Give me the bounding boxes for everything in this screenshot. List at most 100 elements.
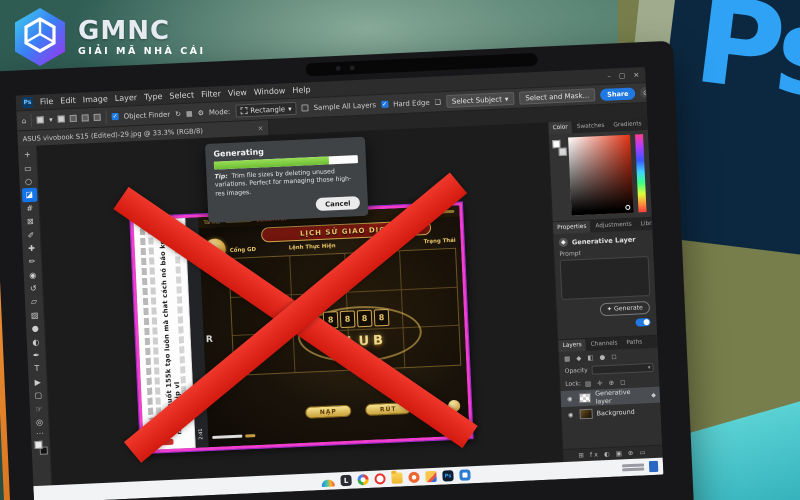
sample-all-layers-checkbox[interactable] xyxy=(301,104,309,112)
share-button[interactable]: Share xyxy=(599,86,636,101)
refresh-icon[interactable]: ↻ xyxy=(175,110,181,118)
photoshop-taskbar-icon[interactable]: Ps xyxy=(442,470,454,482)
menu-help[interactable]: Help xyxy=(292,85,311,95)
hard-edge-checkbox[interactable]: ✓ xyxy=(380,100,389,108)
firefox-icon[interactable] xyxy=(408,471,420,484)
menu-layer[interactable]: Layer xyxy=(115,93,138,103)
pen-tool[interactable]: ✒ xyxy=(29,348,45,362)
brand-name: GMNC xyxy=(78,15,171,46)
object-selection-tool[interactable]: ◪ xyxy=(21,187,37,202)
mode-dropdown[interactable]: Rectangle ▾ xyxy=(235,101,297,118)
object-finder-checkbox[interactable]: ✓ xyxy=(111,112,119,121)
chevron-down-icon: ▾ xyxy=(647,364,651,371)
system-tray-clock[interactable] xyxy=(621,462,645,472)
chevron-down-icon[interactable]: ▾ xyxy=(49,115,53,123)
lasso-tool[interactable]: ○ xyxy=(21,175,37,189)
gradient-tool[interactable]: ▨ xyxy=(27,308,43,322)
menu-view[interactable]: View xyxy=(228,88,247,98)
layer-row-background[interactable]: ◉ Background xyxy=(561,403,661,423)
tab-gradients[interactable]: Gradients xyxy=(609,118,646,132)
hue-slider[interactable] xyxy=(635,134,647,213)
eye-icon[interactable]: ◉ xyxy=(566,411,576,418)
menu-select[interactable]: Select xyxy=(169,90,194,100)
tab-libraries[interactable]: Libraries xyxy=(636,217,664,230)
notification-icon[interactable] xyxy=(648,460,659,473)
menu-image[interactable]: Image xyxy=(83,94,108,104)
menu-file[interactable]: File xyxy=(40,97,54,107)
crop-tool[interactable]: # xyxy=(22,201,38,215)
lock-icons[interactable]: ▨ ✛ ⊕ ◻ xyxy=(585,378,628,388)
eraser-tool[interactable]: ▱ xyxy=(26,295,42,309)
tab-paths[interactable]: Paths xyxy=(622,336,646,349)
settings-toggle[interactable] xyxy=(635,317,651,327)
photoshop-logo-text: Ps xyxy=(687,0,800,127)
store-icon[interactable] xyxy=(459,469,471,481)
cancel-button[interactable]: Cancel xyxy=(315,196,361,212)
opacity-dropdown[interactable]: ▾ xyxy=(591,362,654,375)
history-brush-tool[interactable]: ↺ xyxy=(26,282,42,296)
select-and-mask-button[interactable]: Select and Mask... xyxy=(519,88,596,105)
generate-button[interactable]: ✦ Generate xyxy=(599,301,651,317)
edit-toolbar-icon[interactable]: ⋯ xyxy=(36,429,44,439)
tab-adjustments[interactable]: Adjustments xyxy=(591,219,636,233)
grid-icon[interactable]: ▦ xyxy=(186,109,193,117)
select-subject-button[interactable]: Select Subject ▾ xyxy=(445,91,515,109)
brush-tool[interactable]: ✏ xyxy=(24,255,40,269)
menu-edit[interactable]: Edit xyxy=(60,96,76,106)
move-tool[interactable]: + xyxy=(20,148,36,162)
saturation-picker[interactable] xyxy=(568,134,634,216)
menu-type[interactable]: Type xyxy=(144,92,163,102)
color-swatches[interactable] xyxy=(552,139,567,157)
tip-text: Trim file sizes by deleting unused varia… xyxy=(214,168,352,198)
hand-tool[interactable]: ☞ xyxy=(31,402,47,416)
opera-icon[interactable] xyxy=(374,473,386,485)
tab-color[interactable]: Color xyxy=(548,121,573,135)
laptop-orange-edge xyxy=(0,105,12,500)
chrome-icon[interactable] xyxy=(357,473,369,486)
type-tool[interactable]: T xyxy=(29,362,45,376)
comment-icon[interactable]: ❏ xyxy=(434,98,441,106)
folder-icon[interactable] xyxy=(391,472,403,484)
tab-swatches[interactable]: Swatches xyxy=(573,120,609,134)
close-icon[interactable]: ✕ xyxy=(633,71,639,79)
generative-layer-icon: ◆ xyxy=(558,237,569,248)
menu-window[interactable]: Window xyxy=(254,86,286,96)
gear-icon[interactable]: ⚙ xyxy=(197,109,204,117)
foreground-background-swatches[interactable] xyxy=(33,440,48,456)
copilot-icon[interactable] xyxy=(321,479,335,488)
col-amount: Số Tiền xyxy=(368,240,392,248)
tab-patterns[interactable]: Patterns xyxy=(646,117,664,130)
chat-avatar xyxy=(147,436,158,447)
search-icon[interactable]: ⊙ xyxy=(640,86,652,99)
selection-add-icon[interactable] xyxy=(69,114,77,123)
selection-subtract-icon[interactable] xyxy=(81,114,89,122)
menu-filter[interactable]: Filter xyxy=(201,89,221,99)
eyedropper-tool[interactable]: ✐ xyxy=(23,228,39,242)
workspace-switcher-icon[interactable]: ▦ xyxy=(656,85,664,98)
gold-coin-icon xyxy=(203,238,227,262)
tab-close-icon[interactable]: × xyxy=(257,124,263,132)
zoom-tool[interactable]: ◎ xyxy=(32,415,48,429)
eye-icon[interactable]: ◉ xyxy=(565,395,575,402)
media-folder-icon[interactable] xyxy=(425,470,437,483)
canvas[interactable]: bịp nó nuốt 155k tạo luôn mà chat cách n… xyxy=(36,122,563,486)
selection-intersect-icon[interactable] xyxy=(93,113,101,122)
app-l-icon[interactable]: L xyxy=(340,474,352,487)
minimize-icon[interactable]: – xyxy=(607,72,611,80)
blur-tool[interactable]: ● xyxy=(27,322,43,336)
marquee-tool[interactable]: ▭ xyxy=(20,161,36,175)
selection-new-icon[interactable] xyxy=(57,115,65,123)
tab-properties[interactable]: Properties xyxy=(552,220,591,235)
clone-stamp-tool[interactable]: ◉ xyxy=(25,268,41,282)
maximize-icon[interactable]: ▢ xyxy=(619,71,626,79)
tool-preset-icon[interactable] xyxy=(37,116,45,124)
rectangle-tool[interactable]: ▢ xyxy=(30,389,46,403)
casino-icon xyxy=(447,399,461,413)
frame-tool[interactable]: ⊠ xyxy=(23,215,39,229)
spot-healing-tool[interactable]: ✚ xyxy=(24,241,40,255)
prompt-input[interactable] xyxy=(559,256,651,301)
dodge-tool[interactable]: ◐ xyxy=(28,335,44,349)
path-selection-tool[interactable]: ▶ xyxy=(30,375,46,389)
home-icon[interactable]: ⌂ xyxy=(22,117,27,125)
layer-filter-icons[interactable]: ▦ ◆ ◧ ● ◻ xyxy=(564,352,619,362)
